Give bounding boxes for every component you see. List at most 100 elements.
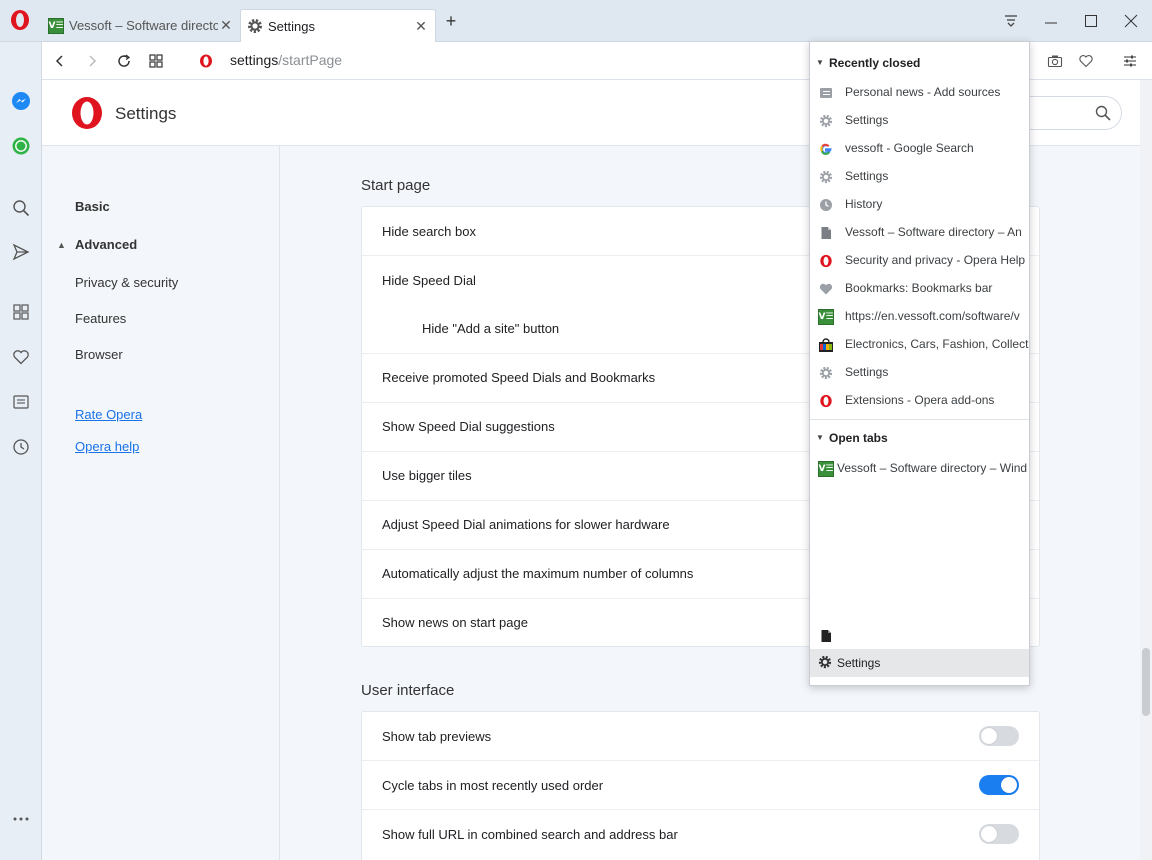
recently-closed-item[interactable]: History xyxy=(810,190,1029,218)
recently-closed-item[interactable]: Electronics, Cars, Fashion, Collect xyxy=(810,330,1029,358)
recently-closed-item[interactable]: vessoft - Google Search xyxy=(810,134,1029,162)
site-info-button[interactable] xyxy=(196,51,216,71)
close-window-button[interactable] xyxy=(1120,10,1142,32)
opera-menu-button[interactable] xyxy=(8,8,32,32)
clock-icon xyxy=(818,197,834,213)
tab-settings[interactable]: Settings ✕ xyxy=(240,9,436,42)
section-title-start-page: Start page xyxy=(361,177,431,194)
sidebar-more[interactable] xyxy=(10,808,32,830)
open-tabs-header[interactable]: ▼ Open tabs xyxy=(810,427,1029,451)
recently-closed-item[interactable]: Vessoft – Software directory – An xyxy=(810,218,1029,246)
gear-icon xyxy=(818,365,834,381)
grid-icon xyxy=(13,304,29,320)
toggle-knob xyxy=(981,826,997,842)
scrollbar-thumb[interactable] xyxy=(1142,648,1150,716)
address-host: settings xyxy=(230,52,279,68)
item-title: Settings xyxy=(837,656,881,670)
tab-vessoft[interactable]: V☰ Vessoft – Software directory ✕ xyxy=(42,9,240,42)
reload-button[interactable] xyxy=(114,51,134,71)
close-tab-icon[interactable]: ✕ xyxy=(413,18,429,34)
open-tab-item-blank[interactable] xyxy=(810,621,1029,649)
open-tab-item[interactable]: V☰ Vessoft – Software directory – Wind xyxy=(810,454,1029,482)
page-icon xyxy=(818,225,834,241)
heart-icon xyxy=(1079,55,1093,68)
speed-dial-button[interactable] xyxy=(146,51,166,71)
grid-icon xyxy=(149,54,163,68)
sidebar-bookmarks[interactable] xyxy=(10,346,32,368)
chevron-up-icon[interactable]: ▲ xyxy=(57,240,66,250)
setting-row: Show full URL in combined search and add… xyxy=(362,810,1039,859)
sliders-icon xyxy=(1124,55,1136,67)
close-tab-icon[interactable]: ✕ xyxy=(218,17,234,34)
opera-icon xyxy=(200,54,212,68)
sidebar-flow[interactable] xyxy=(10,241,32,263)
minimize-button[interactable] xyxy=(1040,10,1062,32)
gear-icon xyxy=(818,113,834,129)
search-icon xyxy=(1095,105,1111,121)
item-title: Electronics, Cars, Fashion, Collect xyxy=(845,337,1029,351)
back-button[interactable] xyxy=(50,51,70,71)
opera-logo-icon xyxy=(72,97,102,129)
recently-closed-item[interactable]: Extensions - Opera add-ons xyxy=(810,386,1029,414)
camera-icon xyxy=(1047,55,1063,68)
sidebar-messenger[interactable] xyxy=(10,90,32,112)
nav-basic[interactable]: Basic xyxy=(75,199,110,214)
page-scrollbar[interactable] xyxy=(1140,80,1152,860)
toggle-knob xyxy=(1001,777,1017,793)
nav-privacy-security[interactable]: Privacy & security xyxy=(75,275,178,290)
sidebar-search[interactable] xyxy=(10,197,32,219)
address-field[interactable]: settings/startPage xyxy=(230,52,342,68)
recently-closed-item[interactable]: Personal news - Add sources xyxy=(810,78,1029,106)
heart-icon xyxy=(13,350,29,365)
open-tabs-title: Open tabs xyxy=(829,431,888,445)
rate-opera-link[interactable]: Rate Opera xyxy=(75,407,142,422)
section-title-user-interface: User interface xyxy=(361,682,455,699)
chevron-left-icon xyxy=(55,55,63,67)
nav-browser[interactable]: Browser xyxy=(75,347,123,362)
nav-advanced[interactable]: Advanced xyxy=(75,237,137,252)
opera-logo-icon xyxy=(11,10,29,30)
nav-features[interactable]: Features xyxy=(75,311,126,326)
open-tab-item-settings[interactable]: Settings xyxy=(810,649,1029,677)
sidebar-speed-dial[interactable] xyxy=(10,301,32,323)
recently-closed-header[interactable]: ▼ Recently closed xyxy=(810,52,1029,76)
search-icon xyxy=(13,200,30,217)
item-title: vessoft - Google Search xyxy=(845,141,974,155)
setting-label: Hide "Add a site" button xyxy=(422,321,560,336)
heart-icon xyxy=(818,281,834,297)
news-icon xyxy=(13,395,29,409)
snapshot-button[interactable] xyxy=(1045,51,1065,71)
google-icon xyxy=(818,141,834,157)
toggle-show-tab-previews[interactable] xyxy=(979,726,1019,746)
opera-help-link[interactable]: Opera help xyxy=(75,439,139,454)
sidebar-whatsapp[interactable] xyxy=(10,135,32,157)
item-title: History xyxy=(845,197,883,211)
item-title: https://en.vessoft.com/software/v xyxy=(845,309,1020,323)
recently-closed-item[interactable]: Bookmarks: Bookmarks bar xyxy=(810,274,1029,302)
whatsapp-icon xyxy=(12,137,30,155)
tab-menu-button[interactable] xyxy=(1000,10,1022,32)
ve-icon: V☰ xyxy=(818,309,834,325)
item-title: Vessoft – Software directory – An xyxy=(845,225,1022,239)
toggle-knob xyxy=(981,728,997,744)
new-tab-button[interactable]: + xyxy=(442,12,460,31)
recently-closed-item[interactable]: Settings xyxy=(810,162,1029,190)
toggle-show-full-url[interactable] xyxy=(979,824,1019,844)
item-title: Bookmarks: Bookmarks bar xyxy=(845,281,993,295)
recently-closed-item[interactable]: Security and privacy - Opera Help xyxy=(810,246,1029,274)
recently-closed-item[interactable]: Settings xyxy=(810,358,1029,386)
item-title: Vessoft – Software directory – Wind xyxy=(837,461,1028,475)
easy-setup-button[interactable] xyxy=(1120,51,1140,71)
setting-label: Cycle tabs in most recently used order xyxy=(382,778,604,793)
sidebar-history[interactable] xyxy=(10,436,32,458)
recently-closed-item[interactable]: Settings xyxy=(810,106,1029,134)
ve-favicon: V☰ xyxy=(818,461,834,477)
sidebar-news[interactable] xyxy=(10,391,32,413)
forward-button[interactable] xyxy=(82,51,102,71)
maximize-button[interactable] xyxy=(1080,10,1102,32)
recently-closed-item[interactable]: V☰ https://en.vessoft.com/software/v xyxy=(810,302,1029,330)
toggle-cycle-tabs[interactable] xyxy=(979,775,1019,795)
sidebar xyxy=(0,42,42,860)
gear-icon xyxy=(818,655,832,672)
bookmark-button[interactable] xyxy=(1076,51,1096,71)
